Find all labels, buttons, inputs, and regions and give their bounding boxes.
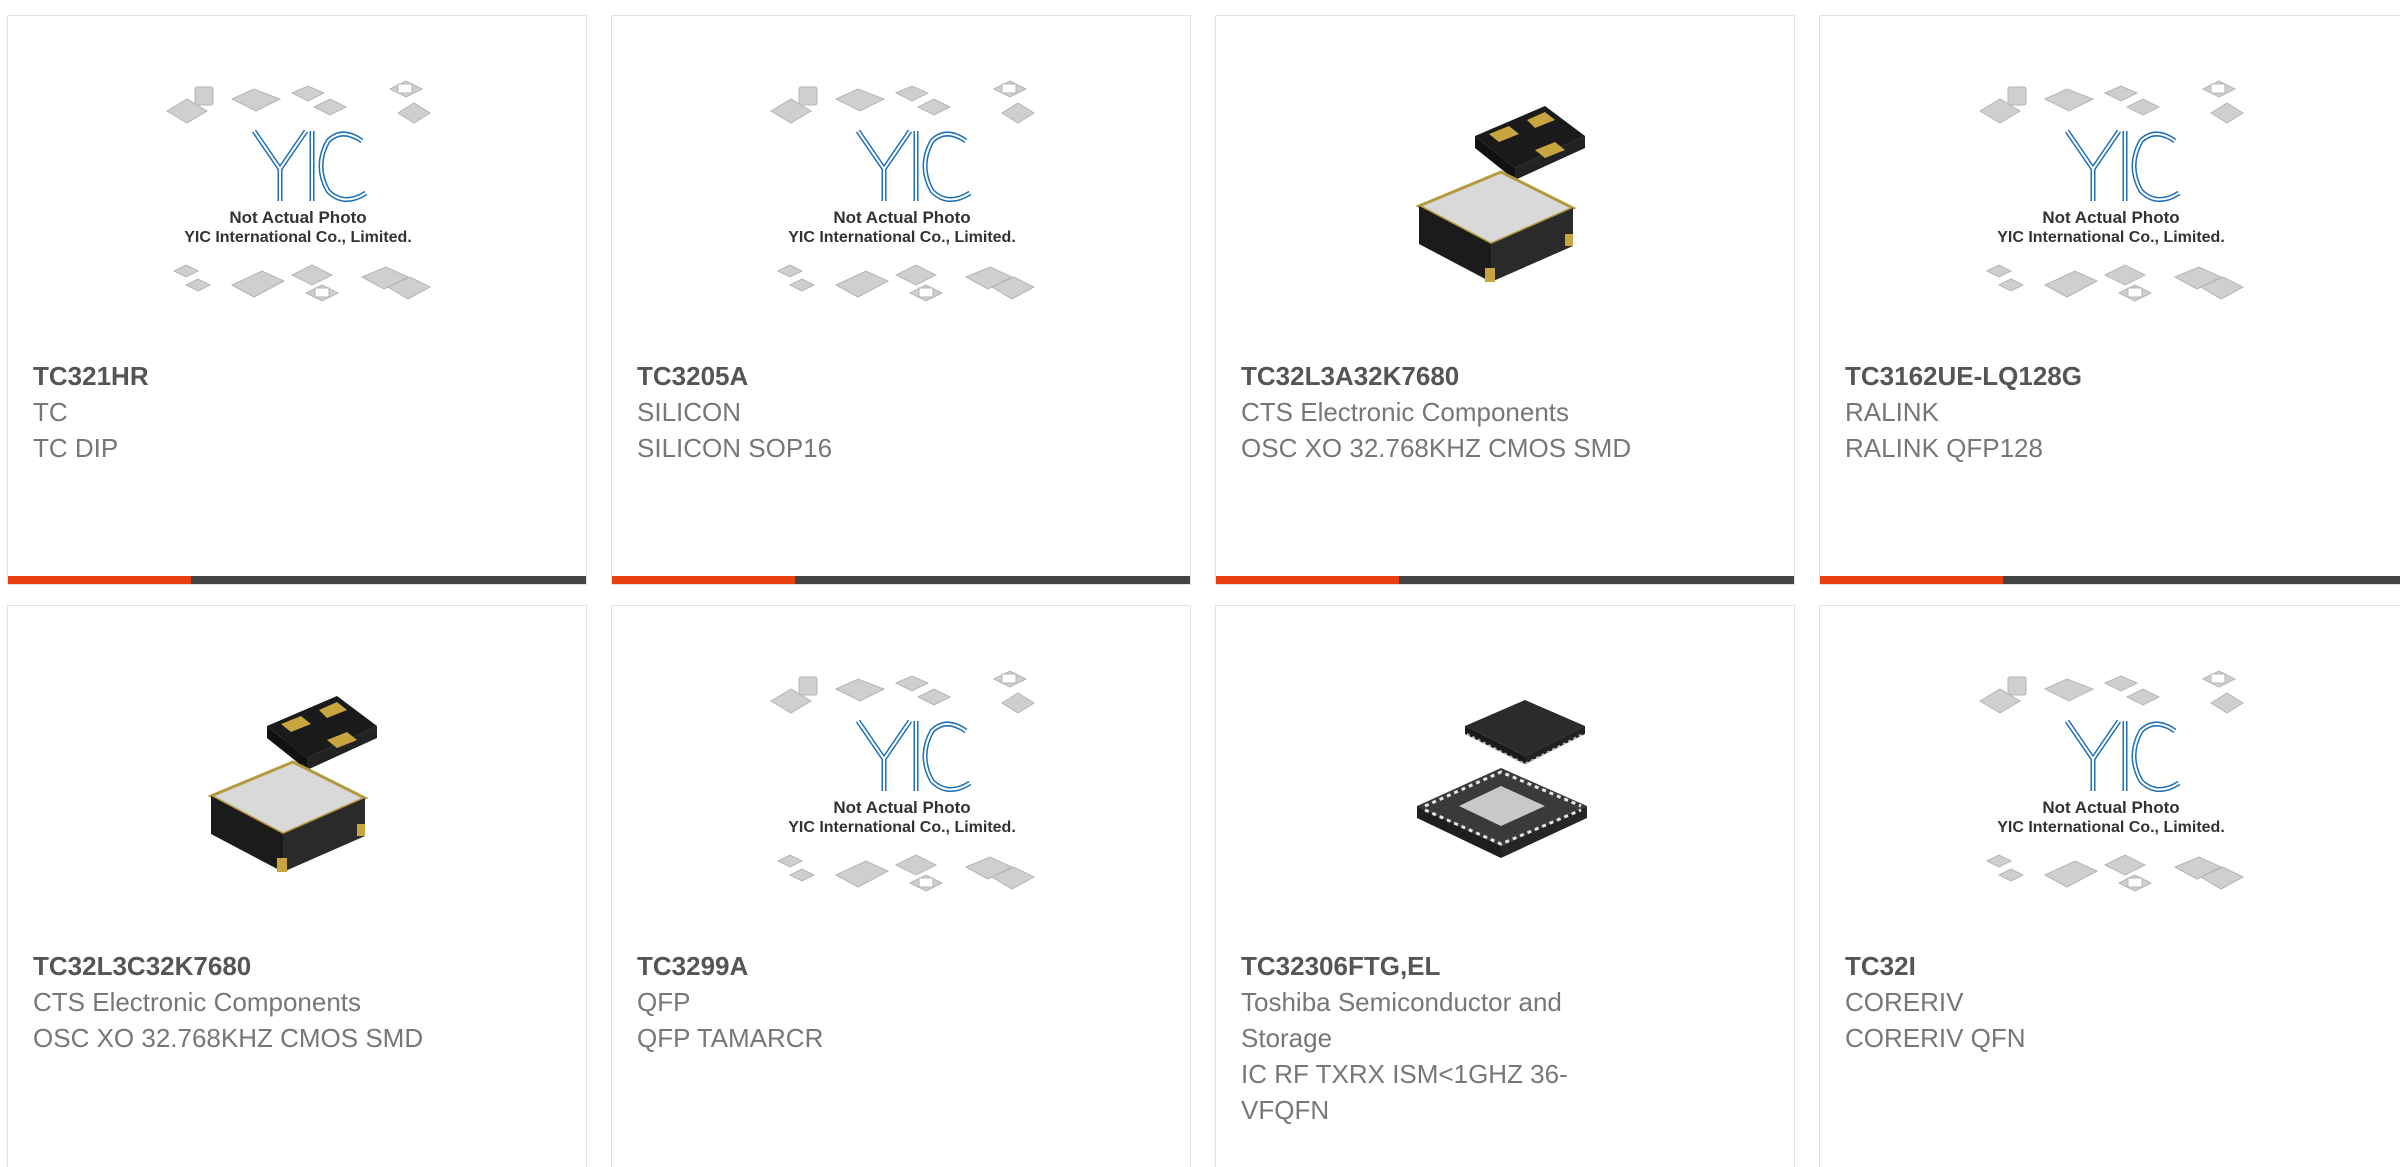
card-bottom-bar bbox=[1820, 576, 2400, 584]
part-number[interactable]: TC32L3C32K7680 bbox=[33, 948, 453, 984]
part-number[interactable]: TC32L3A32K7680 bbox=[1241, 358, 1661, 394]
product-image[interactable] bbox=[1820, 626, 2400, 946]
placeholder-image bbox=[1975, 661, 2245, 911]
product-card[interactable]: TC3162UE-LQ128G RALINK RALINK QFP128 bbox=[1819, 15, 2400, 585]
manufacturer: CORERIV bbox=[1845, 987, 1964, 1017]
oscillator-photo bbox=[1417, 104, 1587, 284]
product-card[interactable]: TC321HR TC TC DIP bbox=[7, 15, 587, 585]
card-bottom-bar bbox=[1216, 576, 1794, 584]
manufacturer: RALINK bbox=[1845, 397, 1939, 427]
manufacturer: Toshiba Semiconductor and Storage bbox=[1241, 987, 1562, 1053]
card-bottom-bar bbox=[8, 576, 586, 584]
part-number[interactable]: TC3162UE-LQ128G bbox=[1845, 358, 2265, 394]
part-number[interactable]: TC32I bbox=[1845, 948, 2265, 984]
description: TC DIP bbox=[33, 433, 119, 463]
product-card[interactable]: TC32I CORERIV CORERIV QFN bbox=[1819, 605, 2400, 1167]
placeholder-image bbox=[766, 71, 1036, 321]
product-card[interactable]: TC3205A SILICON SILICON SOP16 bbox=[611, 15, 1191, 585]
manufacturer: CTS Electronic Components bbox=[1241, 397, 1570, 427]
product-grid: TC321HR TC TC DIP TC3205A SILICON SILICO… bbox=[0, 0, 2400, 1167]
card-bottom-bar bbox=[612, 576, 1190, 584]
description: RALINK QFP128 bbox=[1845, 433, 2043, 463]
oscillator-photo bbox=[209, 694, 379, 874]
description: SILICON SOP16 bbox=[637, 433, 833, 463]
placeholder-image bbox=[766, 661, 1036, 911]
product-image[interactable] bbox=[612, 36, 1190, 356]
placeholder-image bbox=[1975, 71, 2245, 321]
description: QFP TAMARCR bbox=[637, 1023, 824, 1053]
product-card[interactable]: TC3299A QFP QFP TAMARCR bbox=[611, 605, 1191, 1167]
product-image[interactable] bbox=[1216, 626, 1794, 946]
manufacturer: SILICON bbox=[637, 397, 742, 427]
product-image[interactable] bbox=[1216, 36, 1794, 356]
manufacturer: TC bbox=[33, 397, 68, 427]
product-image[interactable] bbox=[8, 36, 586, 356]
product-card[interactable]: TC32306FTG,EL Toshiba Semiconductor and … bbox=[1215, 605, 1795, 1167]
manufacturer: CTS Electronic Components bbox=[33, 987, 362, 1017]
part-number[interactable]: TC32306FTG,EL bbox=[1241, 948, 1601, 984]
description: OSC XO 32.768KHZ CMOS SMD bbox=[33, 1023, 424, 1053]
product-card[interactable]: TC32L3A32K7680 CTS Electronic Components… bbox=[1215, 15, 1795, 585]
part-number[interactable]: TC3299A bbox=[637, 948, 1057, 984]
manufacturer: QFP bbox=[637, 987, 691, 1017]
qfn-chip-photo bbox=[1415, 698, 1589, 860]
description: IC RF TXRX ISM<1GHZ 36-VFQFN bbox=[1241, 1059, 1568, 1125]
product-image[interactable] bbox=[1820, 36, 2400, 356]
placeholder-image bbox=[162, 71, 432, 321]
part-number[interactable]: TC321HR bbox=[33, 358, 453, 394]
product-image[interactable] bbox=[612, 626, 1190, 946]
description: CORERIV QFN bbox=[1845, 1023, 2026, 1053]
part-number[interactable]: TC3205A bbox=[637, 358, 1057, 394]
product-card[interactable]: TC32L3C32K7680 CTS Electronic Components… bbox=[7, 605, 587, 1167]
description: OSC XO 32.768KHZ CMOS SMD bbox=[1241, 433, 1632, 463]
product-image[interactable] bbox=[8, 626, 586, 946]
